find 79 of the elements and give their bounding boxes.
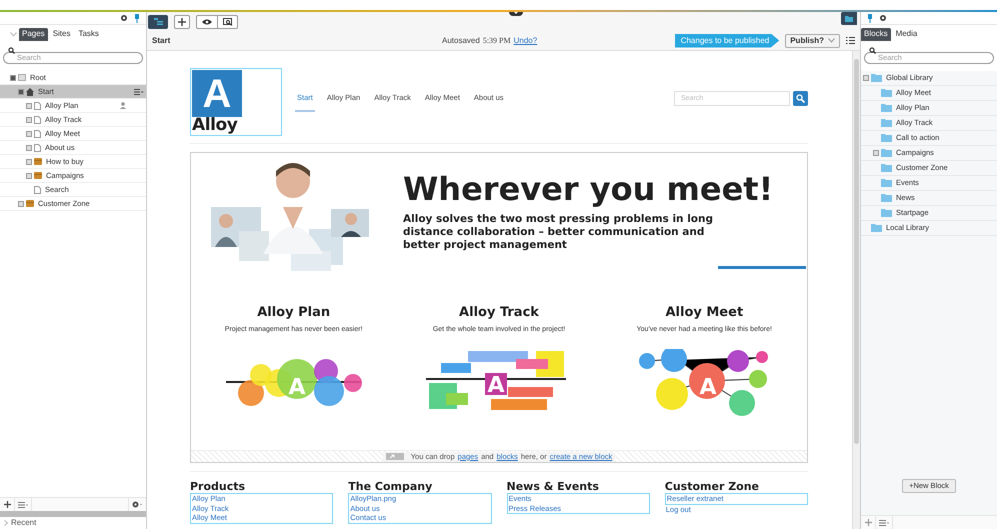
illustration-drawing: A — [426, 349, 572, 419]
list-icon[interactable] — [846, 37, 855, 44]
panel-tab[interactable]: Blocks — [861, 28, 891, 40]
recent-section[interactable]: Recent — [11, 517, 36, 529]
add-button[interactable] — [174, 14, 190, 28]
pin-icon[interactable] — [867, 14, 873, 22]
page-icon — [34, 186, 41, 194]
list-icon — [18, 502, 28, 508]
folder-icon — [881, 104, 892, 112]
folder-icon — [881, 89, 892, 97]
search-button[interactable] — [793, 91, 808, 106]
folder-icon — [881, 119, 892, 127]
hero-text: Alloy solves the two most pressing problems in long distance collaboration – better communication and better project management — [403, 213, 714, 252]
expand-icon[interactable] — [26, 116, 32, 122]
folder-icon — [881, 149, 892, 157]
folder-icon — [845, 16, 853, 22]
plus-icon — [864, 519, 872, 526]
home-icon — [26, 88, 34, 96]
search-icon — [8, 47, 15, 54]
folder-icon — [881, 134, 892, 142]
tree-icon — [154, 18, 162, 25]
search-icon — [796, 94, 805, 103]
footer-heading: Products — [190, 480, 246, 493]
illustration-drawing: A — [632, 349, 777, 419]
footer-heading: The Company — [348, 480, 434, 493]
panel-tab[interactable]: Pages — [19, 28, 48, 40]
collapse-icon[interactable] — [18, 88, 24, 94]
compare-button[interactable] — [218, 14, 238, 28]
collapse-icon[interactable] — [10, 74, 16, 80]
expand-icon[interactable] — [26, 130, 32, 136]
folder-icon — [881, 194, 892, 202]
logo[interactable]: A Alloy — [190, 68, 282, 136]
expand-icon[interactable] — [18, 200, 24, 206]
autosave-status: Autosaved — [442, 34, 480, 46]
box-icon — [34, 158, 42, 165]
autosave-time: 5:39 PM — [482, 34, 511, 46]
publish-button[interactable]: Publish? — [785, 34, 840, 48]
plus-icon — [178, 18, 186, 26]
menu-icon[interactable] — [134, 88, 144, 94]
menu-button[interactable] — [875, 516, 893, 529]
illustration-drawing: A — [221, 349, 366, 419]
panel-tab[interactable]: Sites — [50, 28, 74, 40]
box-icon — [26, 200, 34, 207]
folder-tab[interactable] — [841, 12, 857, 25]
page-title: Start — [152, 34, 172, 46]
plus-icon — [4, 501, 10, 508]
search-icon — [869, 47, 876, 54]
folder-icon — [871, 224, 882, 232]
eye-icon — [202, 18, 212, 24]
settings-icon[interactable] — [879, 14, 887, 22]
magnifier-icon — [222, 18, 232, 26]
folder-icon — [881, 164, 892, 172]
pin-icon[interactable] — [134, 14, 140, 22]
footer-heading: Customer Zone — [664, 480, 760, 493]
pane-toggle-button[interactable] — [148, 14, 168, 28]
settings-icon — [132, 501, 143, 508]
folder-icon — [871, 74, 882, 82]
undo-link[interactable]: Undo? — [514, 34, 538, 46]
expand-icon[interactable] — [26, 102, 32, 108]
folder-icon — [881, 209, 892, 217]
footer-heading: News & Events — [506, 480, 600, 493]
box-icon — [34, 172, 42, 179]
chevron-icon — [828, 38, 835, 43]
folder-icon — [881, 179, 892, 187]
expand-icon[interactable] — [26, 158, 32, 164]
expand-icon[interactable] — [26, 172, 32, 178]
preview-button[interactable] — [196, 14, 218, 28]
feature-title: Alloy Plan — [257, 304, 330, 322]
status-badge: Changes to be published — [674, 34, 780, 48]
hero-title: Wherever you meet! — [403, 171, 774, 207]
panel-tab[interactable]: Tasks — [75, 28, 102, 40]
panel-tab[interactable]: Media — [892, 28, 920, 40]
settings-icon[interactable] — [120, 14, 128, 22]
page-icon — [18, 74, 26, 81]
list-icon — [878, 520, 890, 526]
expand-icon[interactable] — [26, 144, 32, 150]
feature-title: Alloy Track — [459, 304, 539, 322]
feature-title: Alloy Meet — [665, 304, 744, 322]
scrollbar[interactable] — [852, 51, 860, 529]
